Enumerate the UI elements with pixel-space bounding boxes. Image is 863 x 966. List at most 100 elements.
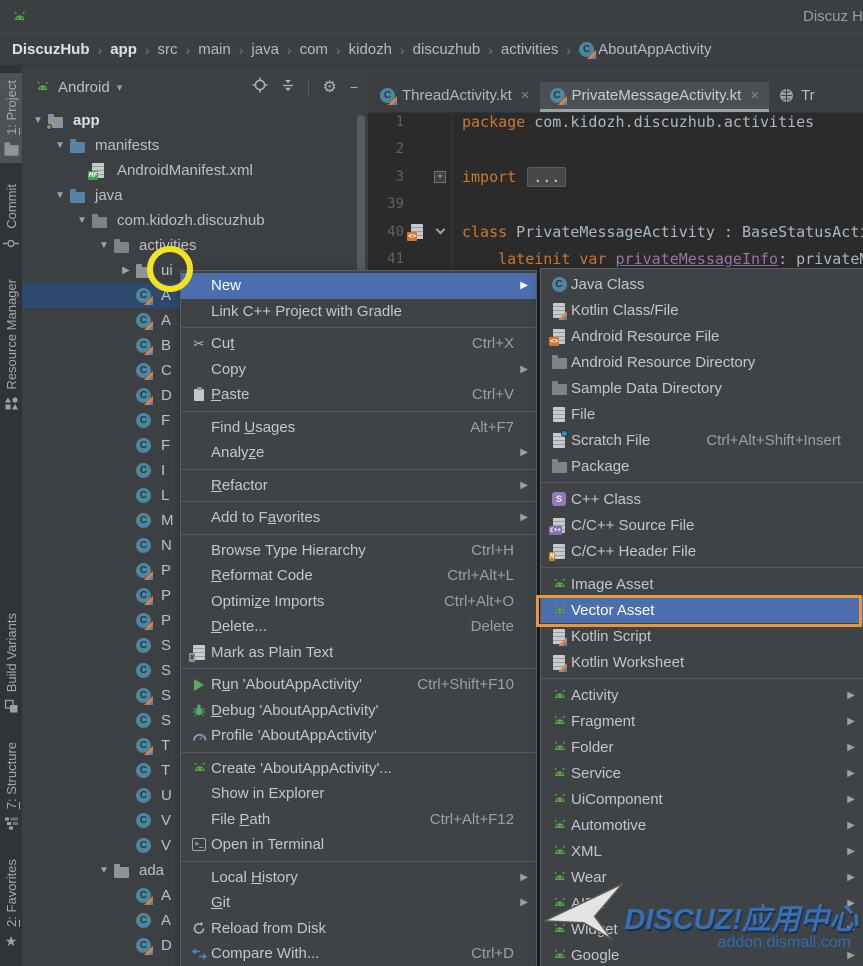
context-menu-item[interactable]: Run 'AboutAppActivity' Ctrl+Shift+F10 ▶ bbox=[181, 672, 536, 698]
breadcrumb-item[interactable]: kidozh › bbox=[349, 41, 413, 58]
tab-close-icon[interactable]: × bbox=[521, 87, 530, 104]
tool-window-button[interactable]: Build Variants bbox=[0, 606, 22, 721]
submenu-item[interactable]: S C++ Class ▶ bbox=[541, 486, 863, 512]
cpp-source-icon: C++ bbox=[547, 518, 571, 533]
panel-action-button[interactable] bbox=[252, 77, 268, 97]
expand-arrow-icon[interactable]: ▼ bbox=[94, 240, 114, 251]
android-robot-icon bbox=[547, 817, 571, 833]
expand-arrow-icon[interactable]: ▼ bbox=[50, 190, 70, 201]
submenu-item[interactable]: H C/C++ Header File ▶ bbox=[541, 538, 863, 564]
breadcrumb-separator-icon: › bbox=[287, 42, 292, 58]
separator bbox=[181, 752, 536, 753]
breadcrumb-item[interactable]: discuzhub › bbox=[413, 41, 501, 58]
panel-action-button[interactable]: ⚙ bbox=[322, 79, 336, 96]
submenu-item[interactable]: C++ C/C++ Source File ▶ bbox=[541, 512, 863, 538]
gutter-icon-slot[interactable]: <> bbox=[404, 224, 430, 239]
context-menu-item[interactable]: ✂ Cut Ctrl+X ▶ bbox=[181, 331, 536, 357]
expand-arrow-icon[interactable]: ▼ bbox=[28, 115, 48, 126]
breadcrumb-item[interactable]: main › bbox=[198, 41, 251, 58]
submenu-item[interactable]: Scratch File Ctrl+Alt+Shift+Insert ▶ bbox=[541, 427, 863, 453]
context-menu-item[interactable]: File Path Ctrl+Alt+F12 ▶ bbox=[181, 807, 536, 833]
breadcrumb-item[interactable]: app › bbox=[110, 41, 157, 58]
context-menu-item[interactable]: Reformat Code Ctrl+Alt+L ▶ bbox=[181, 563, 536, 589]
submenu-item[interactable]: Activity ▶ bbox=[541, 682, 863, 708]
tab-close-icon[interactable]: × bbox=[750, 87, 759, 104]
submenu-item[interactable]: Image Asset ▶ bbox=[541, 571, 863, 597]
scratch-file-icon bbox=[547, 433, 571, 448]
context-menu-item[interactable]: Add to Favorites ▶ bbox=[181, 505, 536, 531]
submenu-item[interactable]: Fragment ▶ bbox=[541, 708, 863, 734]
tree-row[interactable]: ▼ manifests bbox=[22, 133, 368, 158]
context-menu-item[interactable]: Refactor ▶ bbox=[181, 473, 536, 499]
panel-action-button[interactable] bbox=[281, 78, 295, 97]
context-menu-item[interactable]: Delete... Delete ▶ bbox=[181, 614, 536, 640]
tool-window-button[interactable]: 1: Project bbox=[0, 73, 22, 163]
context-menu-item[interactable]: Paste Ctrl+V ▶ bbox=[181, 382, 536, 408]
context-menu-item[interactable]: Reload from Disk ▶ bbox=[181, 916, 536, 942]
folder-blue-icon bbox=[70, 139, 92, 153]
tool-window-button[interactable]: Resource Manager bbox=[0, 272, 22, 419]
context-menu-item[interactable]: Optimize Imports Ctrl+Alt+O ▶ bbox=[181, 589, 536, 615]
kotlin-class-icon: C bbox=[136, 363, 158, 378]
context-menu-item[interactable]: x Mark as Plain Text ▶ bbox=[181, 640, 536, 666]
expand-arrow-icon[interactable]: ▶ bbox=[116, 265, 136, 276]
context-menu-item[interactable]: Debug 'AboutAppActivity' ▶ bbox=[181, 698, 536, 724]
tool-window-button[interactable]: 2: Favorites ★ bbox=[0, 852, 22, 955]
submenu-arrow-icon: ▶ bbox=[514, 364, 528, 375]
submenu-item[interactable]: XML ▶ bbox=[541, 838, 863, 864]
context-menu-item[interactable]: Create 'AboutAppActivity'... ▶ bbox=[181, 756, 536, 782]
expand-arrow-icon[interactable]: ▼ bbox=[94, 865, 114, 876]
submenu-item[interactable]: Folder ▶ bbox=[541, 734, 863, 760]
submenu-item[interactable]: Kotlin Worksheet ▶ bbox=[541, 649, 863, 675]
submenu-arrow-icon: ▶ bbox=[841, 794, 855, 805]
code-text: package com.kidozh.discuzhub.activities bbox=[450, 113, 814, 131]
context-menu-item[interactable]: Git ▶ bbox=[181, 890, 536, 916]
context-menu-item[interactable]: Local History ▶ bbox=[181, 865, 536, 891]
context-menu-item[interactable]: Link C++ Project with Gradle ▶ bbox=[181, 299, 536, 325]
tree-row[interactable]: ▼ app bbox=[22, 108, 368, 133]
expand-arrow-icon[interactable]: ▼ bbox=[50, 140, 70, 151]
submenu-item[interactable]: Package ▶ bbox=[541, 453, 863, 479]
tool-window-button[interactable]: Commit bbox=[0, 177, 22, 258]
tree-row[interactable]: ▼ java bbox=[22, 183, 368, 208]
project-view-selector[interactable]: Android bbox=[58, 79, 110, 96]
java-class-icon: C bbox=[136, 663, 158, 678]
breadcrumb-item[interactable]: C AboutAppActivity › bbox=[579, 41, 711, 58]
submenu-item[interactable]: File ▶ bbox=[541, 401, 863, 427]
context-menu-item[interactable]: Find Usages Alt+F7 ▶ bbox=[181, 415, 536, 441]
tool-build-variants-icon bbox=[4, 699, 19, 714]
java-class-icon: C bbox=[547, 277, 571, 292]
submenu-item[interactable]: Android Resource Directory ▶ bbox=[541, 349, 863, 375]
expand-arrow-icon[interactable]: ▼ bbox=[72, 215, 92, 226]
submenu-item[interactable]: C Java Class ▶ bbox=[541, 271, 863, 297]
breadcrumb-item[interactable]: src › bbox=[158, 41, 199, 58]
breadcrumb-item[interactable]: DiscuzHub › bbox=[12, 41, 110, 58]
code-area[interactable]: 1 package com.kidozh.discuzhub.activitie… bbox=[368, 108, 863, 273]
context-menu-item[interactable]: Copy ▶ bbox=[181, 357, 536, 383]
submenu-item[interactable]: Automotive ▶ bbox=[541, 812, 863, 838]
context-menu-item[interactable]: Compare With... Ctrl+D ▶ bbox=[181, 941, 536, 966]
context-menu-item[interactable]: Profile 'AboutAppActivity' ▶ bbox=[181, 723, 536, 749]
tree-row[interactable]: ▼ com.kidozh.discuzhub bbox=[22, 208, 368, 233]
breadcrumb-item[interactable]: com › bbox=[300, 41, 349, 58]
submenu-item[interactable]: Service ▶ bbox=[541, 760, 863, 786]
submenu-item[interactable]: Sample Data Directory ▶ bbox=[541, 375, 863, 401]
breadcrumb-item[interactable]: java › bbox=[251, 41, 299, 58]
context-menu-item[interactable]: New ▶ bbox=[181, 273, 536, 299]
fold-marker[interactable]: + bbox=[430, 171, 450, 183]
fold-marker[interactable] bbox=[430, 230, 450, 233]
tree-row[interactable]: ▼ activities bbox=[22, 233, 368, 258]
context-menu-item[interactable]: >_ Open in Terminal ▶ bbox=[181, 832, 536, 858]
chevron-down-icon[interactable]: ▾ bbox=[117, 81, 123, 94]
tool-window-button[interactable]: 7: Structure bbox=[0, 735, 22, 838]
submenu-item[interactable]: Wear ▶ bbox=[541, 864, 863, 890]
submenu-item[interactable]: Kotlin Class/File ▶ bbox=[541, 297, 863, 323]
context-menu-item[interactable]: Analyze ▶ bbox=[181, 440, 536, 466]
context-menu-item[interactable]: Browse Type Hierarchy Ctrl+H ▶ bbox=[181, 538, 536, 564]
breadcrumb-item[interactable]: activities › bbox=[501, 41, 579, 58]
submenu-item[interactable]: UiComponent ▶ bbox=[541, 786, 863, 812]
context-menu-item[interactable]: Show in Explorer ▶ bbox=[181, 781, 536, 807]
panel-action-button[interactable]: − bbox=[350, 79, 358, 96]
submenu-item[interactable]: <> Android Resource File ▶ bbox=[541, 323, 863, 349]
tree-row[interactable]: MF AndroidManifest.xml bbox=[22, 158, 368, 183]
